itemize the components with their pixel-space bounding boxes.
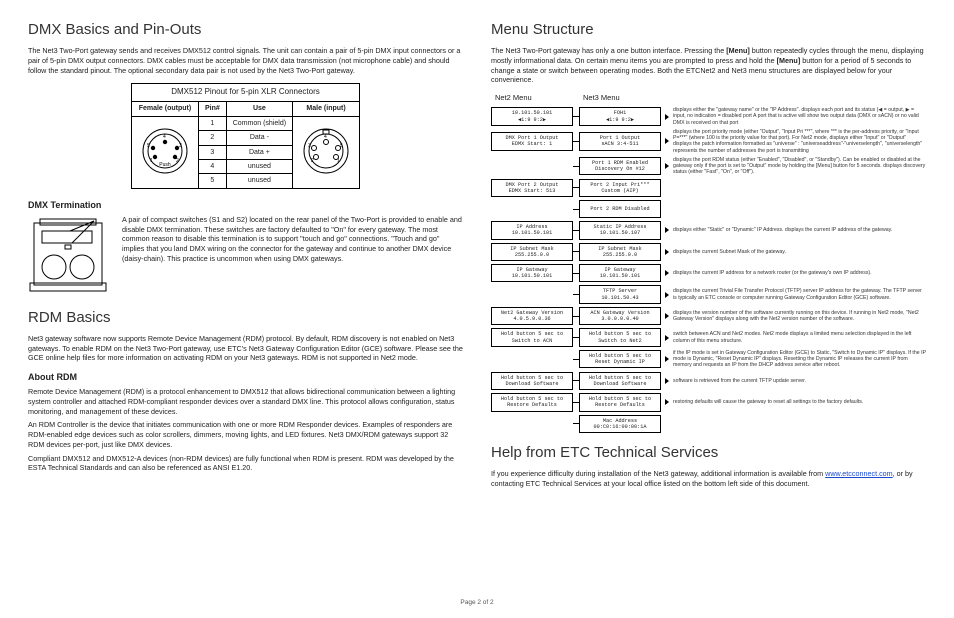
page-footer: Page 2 of 2 <box>0 599 954 608</box>
menu-diagram: Net2 Menu Net3 Menu 10.101.50.101◀1:9 9:… <box>491 93 926 433</box>
net2-menu-item: Hold button 5 sec toDownload Software <box>491 372 573 390</box>
heading-dmx-basics: DMX Basics and Pin-Outs <box>28 20 463 40</box>
menu-desc: displays the current Subnet Mask of the … <box>673 249 926 255</box>
svg-text:5: 5 <box>147 143 150 149</box>
pin-4-num: 4 <box>198 159 226 173</box>
net3-menu-item: IP Subnet Mask255.255.0.0 <box>579 243 661 261</box>
svg-text:3: 3 <box>179 143 182 149</box>
heading-help: Help from ETC Technical Services <box>491 443 926 463</box>
pin-3-use: Data + <box>226 145 292 159</box>
svg-text:4: 4 <box>163 134 166 140</box>
pin-1-use: Common (shield) <box>226 116 292 130</box>
net2-menu-item: IP Gateway10.101.50.101 <box>491 264 573 282</box>
menu-desc: displays the current IP address for a ne… <box>673 270 926 276</box>
th-pin: Pin# <box>198 102 226 116</box>
svg-text:1: 1 <box>150 158 153 164</box>
menu-desc: displays the current Trivial File Transf… <box>673 288 926 300</box>
th-male: Male (input) <box>293 102 360 116</box>
pin-5-use: unused <box>226 174 292 188</box>
net2-menu-item: Hold button 5 sec toSwitch to ACN <box>491 328 573 346</box>
net3-menu-item: FOH1◀1:9 9:2▶ <box>579 107 661 125</box>
net3-menu-item: Port 2 Input Pri***Custom (AIP) <box>579 179 661 197</box>
heading-rdm-basics: RDM Basics <box>28 308 463 328</box>
net2-menu-item: IP Subnet Mask255.255.0.0 <box>491 243 573 261</box>
menu-desc: restoring defaults will cause the gatewa… <box>673 399 926 405</box>
svg-text:1: 1 <box>337 158 340 164</box>
menu-desc: if the IP mode is set in Gateway Configu… <box>673 350 926 369</box>
col-header-net3: Net3 Menu <box>583 93 669 103</box>
th-use: Use <box>226 102 292 116</box>
xlr-female-diagram: Push 1 2 5 3 4 <box>131 116 198 188</box>
etc-link[interactable]: www.etcconnect.com <box>825 469 893 478</box>
th-female: Female (output) <box>131 102 198 116</box>
menu-desc: switch between ACN and Net2 modes. Net2 … <box>673 331 926 343</box>
termination-text: A pair of compact switches (S1 and S2) l… <box>122 215 463 264</box>
net3-menu-item: Hold button 5 sec toRestore Defaults <box>579 393 661 411</box>
pin-1-num: 1 <box>198 116 226 130</box>
xlr-male-diagram: 2 1 3 5 4 <box>293 116 360 188</box>
net3-menu-item: Hold button 5 sec toReset Dynamic IP <box>579 350 661 368</box>
net3-menu-item: Port 1 RDM EnabledDiscovery On #12 <box>579 157 661 175</box>
menu-desc: displays the port priority mode (either … <box>673 129 926 154</box>
heading-menu-structure: Menu Structure <box>491 20 926 40</box>
net2-menu-item: 10.101.50.101◀1:9 9:2▶ <box>491 107 573 125</box>
net3-menu-item: Hold button 5 sec toDownload Software <box>579 372 661 390</box>
pin-5-num: 5 <box>198 174 226 188</box>
menu-desc: displays the version number of the softw… <box>673 310 926 322</box>
about-rdm-p3: Compliant DMX512 and DMX512-A devices (n… <box>28 454 463 473</box>
heading-about-rdm: About RDM <box>28 371 463 383</box>
col-header-net2: Net2 Menu <box>495 93 581 103</box>
net2-menu-item: IP Address10.101.50.101 <box>491 221 573 239</box>
svg-text:Push: Push <box>159 162 171 168</box>
dmx-intro: The Net3 Two-Port gateway sends and rece… <box>28 46 463 75</box>
gateway-rear-diagram <box>28 215 108 296</box>
net3-menu-item: ACN Gateway Version3.0.0.0.0.40 <box>579 307 661 325</box>
svg-text:3: 3 <box>308 143 311 149</box>
about-rdm-p2: An RDM Controller is the device that ini… <box>28 420 463 449</box>
heading-dmx-termination: DMX Termination <box>28 199 463 211</box>
svg-text:5: 5 <box>340 143 343 149</box>
net2-menu-item: DMX Port 2 OutputEDMX Start: 513 <box>491 179 573 197</box>
net3-menu-item: Static IP Address10.101.50.107 <box>579 221 661 239</box>
pinout-title: DMX512 Pinout for 5-pin XLR Connectors <box>131 84 359 102</box>
svg-text:2: 2 <box>311 158 314 164</box>
net3-menu-item: Port 2 RDM Disabled <box>579 200 661 218</box>
net2-menu-item: Net2 Gateway Version4.0.5.9.0.36 <box>491 307 573 325</box>
about-rdm-p1: Remote Device Management (RDM) is a prot… <box>28 387 463 416</box>
rdm-intro: Net3 gateway software now supports Remot… <box>28 334 463 363</box>
menu-desc: software is retrieved from the current T… <box>673 378 926 384</box>
menu-desc: displays either the "gateway name" or th… <box>673 107 926 126</box>
net2-menu-item: DMX Port 1 OutputEDMX Start: 1 <box>491 132 573 150</box>
net3-menu-item: Hold button 5 sec toSwitch to Net2 <box>579 328 661 346</box>
net3-menu-item: TFTP Server10.101.50.43 <box>579 285 661 303</box>
pin-2-use: Data - <box>226 131 292 145</box>
pin-2-num: 2 <box>198 131 226 145</box>
menu-desc: displays the port RDM status (either "En… <box>673 157 926 176</box>
net2-menu-item: Hold button 5 sec toRestore Defaults <box>491 393 573 411</box>
menu-intro: The Net3 Two-Port gateway has only a one… <box>491 46 926 85</box>
svg-text:2: 2 <box>176 158 179 164</box>
net3-menu-item: Port 1 OutputsACN 3:4-511 <box>579 132 661 150</box>
pinout-table: DMX512 Pinout for 5-pin XLR Connectors F… <box>131 83 360 188</box>
net3-menu-item: IP Gateway10.101.50.101 <box>579 264 661 282</box>
net3-menu-item: Mac Address00:C0:16:00:00:1A <box>579 415 661 433</box>
svg-text:4: 4 <box>324 134 327 140</box>
pin-3-num: 3 <box>198 145 226 159</box>
menu-desc: displays either "Static" or "Dynamic" IP… <box>673 227 926 233</box>
help-text: If you experience difficulty during inst… <box>491 469 926 488</box>
pin-4-use: unused <box>226 159 292 173</box>
